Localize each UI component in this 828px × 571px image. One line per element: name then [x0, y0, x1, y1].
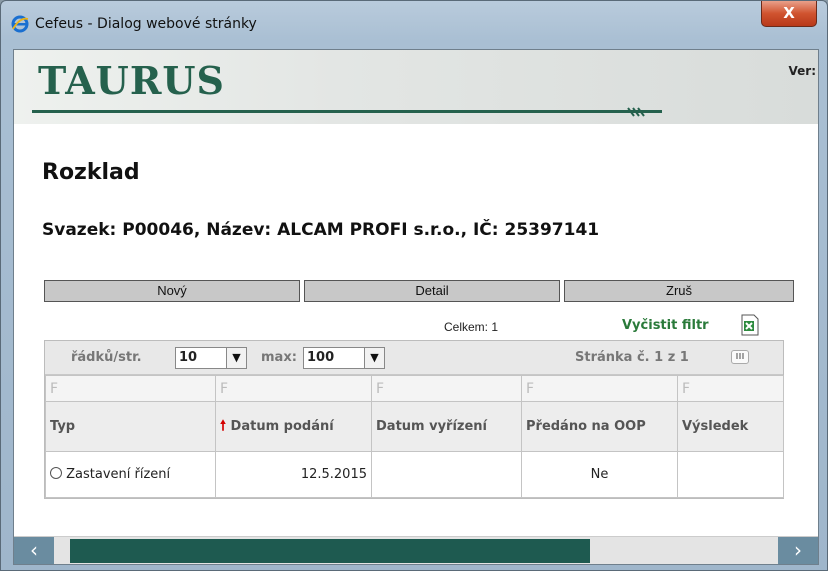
rows-per-page-label: řádků/str. — [71, 350, 142, 365]
header-label: Datum podání — [230, 418, 334, 434]
rows-per-page-value: 10 — [179, 350, 198, 365]
max-label: max: — [261, 350, 297, 365]
column-header-datum-vyrizeni[interactable]: Datum vyřízení — [371, 401, 522, 452]
dialog-window: Cefeus - Dialog webové stránky X TAURUS … — [0, 0, 828, 571]
table-row[interactable]: Zastavení řízení 12.5.2015 Ne — [45, 451, 784, 498]
column-header-typ[interactable]: Typ — [45, 401, 216, 452]
filter-cell-datum-vyrizeni[interactable]: F — [371, 375, 522, 402]
file-info: Svazek: P00046, Název: ALCAM PROFI s.r.o… — [42, 220, 600, 240]
row-select-radio[interactable] — [50, 467, 62, 479]
detail-button[interactable]: Detail — [304, 280, 560, 302]
page-nav-icon[interactable]: III — [731, 350, 749, 364]
pager-bar: řádků/str. 10 ▼ max: 100 ▼ Stránka č. 1 … — [45, 341, 783, 375]
header-label: Předáno na OOP — [526, 419, 646, 434]
clear-filter-link[interactable]: Vyčistit filtr — [622, 318, 709, 333]
filter-cell-vysledek[interactable]: F — [677, 375, 784, 402]
title-bar[interactable]: Cefeus - Dialog webové stránky X — [1, 1, 827, 45]
rows-per-page-select[interactable]: 10 ▼ — [175, 347, 247, 369]
taurus-logo: TAURUS — [38, 58, 225, 103]
results-grid: řádků/str. 10 ▼ max: 100 ▼ Stránka č. 1 … — [44, 340, 784, 499]
page-title: Rozklad — [42, 160, 140, 185]
cell-typ-text: Zastavení řízení — [66, 467, 171, 482]
filter-cell-datum-podani[interactable]: F — [215, 375, 372, 402]
close-button[interactable]: X — [761, 1, 817, 27]
banner: TAURUS Ver: — [14, 50, 818, 124]
dialog-content: TAURUS Ver: Rozklad Svazek: P00046, Náze… — [13, 49, 819, 565]
total-count: Celkem: 1 — [444, 320, 499, 334]
cancel-button[interactable]: Zruš — [564, 280, 794, 302]
excel-export-icon[interactable] — [740, 314, 760, 336]
new-button[interactable]: Nový — [44, 280, 300, 302]
cell-datum-vyrizeni — [371, 451, 522, 498]
column-header-datum-podani[interactable]: 🠕 Datum podání — [215, 401, 372, 452]
max-rows-value: 100 — [307, 350, 335, 365]
action-buttons: Nový Detail Zruš — [44, 280, 794, 302]
filter-cell-predano[interactable]: F — [521, 375, 678, 402]
header-label: Datum vyřízení — [376, 419, 488, 434]
scrollbar-thumb[interactable] — [70, 539, 590, 563]
horizontal-scrollbar[interactable]: ‹ › — [14, 536, 818, 564]
header-row: Typ 🠕 Datum podání Datum vyřízení Předán… — [45, 401, 784, 452]
sort-ascending-icon: 🠕 — [220, 417, 227, 434]
logo-underline — [32, 110, 662, 113]
column-header-vysledek[interactable]: Výsledek — [677, 401, 784, 452]
header-label: Typ — [50, 419, 76, 434]
cell-datum-podani: 12.5.2015 — [215, 451, 372, 498]
filter-cell-typ[interactable]: F — [45, 375, 216, 402]
scroll-right-icon[interactable]: › — [778, 537, 818, 564]
page-info: Stránka č. 1 z 1 — [575, 350, 689, 365]
cell-predano: Ne — [521, 451, 678, 498]
cell-vysledek — [677, 451, 784, 498]
version-label: Ver: — [788, 64, 817, 78]
scroll-left-icon[interactable]: ‹ — [14, 537, 54, 564]
chevron-down-icon: ▼ — [226, 348, 246, 368]
ie-icon — [11, 15, 29, 33]
header-label: Výsledek — [682, 419, 749, 434]
arrow-feather-icon — [627, 107, 645, 117]
chevron-down-icon: ▼ — [364, 348, 384, 368]
results-table: F F F F F Typ 🠕 Datum podání Datum vyříz… — [45, 375, 784, 498]
filter-row: F F F F F — [45, 375, 784, 402]
window-title: Cefeus - Dialog webové stránky — [35, 16, 257, 32]
column-header-predano[interactable]: Předáno na OOP — [521, 401, 678, 452]
max-rows-select[interactable]: 100 ▼ — [303, 347, 385, 369]
cell-typ: Zastavení řízení — [45, 451, 216, 498]
